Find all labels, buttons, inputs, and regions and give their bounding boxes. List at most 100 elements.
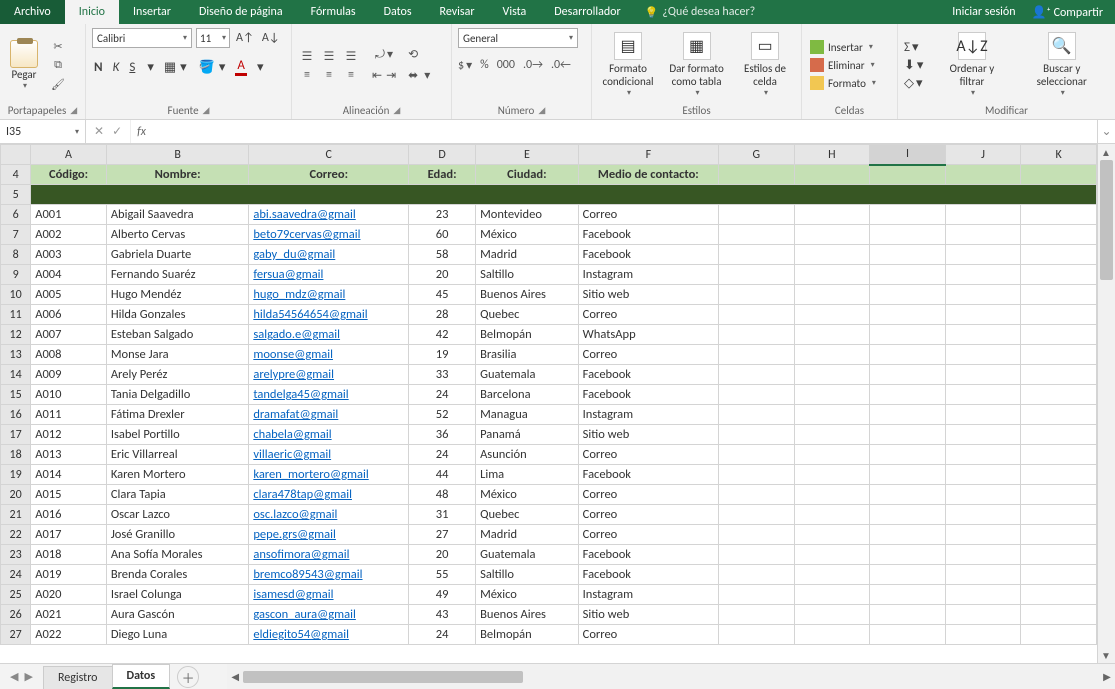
cell[interactable]: Instagram [578, 265, 718, 285]
cell-email-link[interactable]: ansofimora@gmail [249, 545, 409, 565]
col-header-C[interactable]: C [249, 145, 409, 165]
cell[interactable] [870, 285, 946, 305]
cell[interactable] [870, 405, 946, 425]
share-button[interactable]: 👤⁺ Compartir [1032, 5, 1103, 20]
cell[interactable] [870, 245, 946, 265]
cell-email-link[interactable]: eldiegito54@gmail [249, 625, 409, 645]
cell[interactable]: Brasilia [476, 345, 579, 365]
cell[interactable] [870, 205, 946, 225]
cell-styles-button[interactable]: ▭ Estilos de celda▾ [735, 30, 795, 100]
cell[interactable] [1021, 245, 1097, 265]
cell[interactable]: Diego Luna [106, 625, 249, 645]
cell[interactable]: Facebook [578, 245, 718, 265]
cell[interactable] [794, 545, 870, 565]
cell[interactable]: Saltillo [476, 565, 579, 585]
paste-button[interactable]: Pegar ▾ [6, 38, 42, 93]
row-header[interactable]: 25 [1, 585, 31, 605]
cell[interactable] [945, 265, 1021, 285]
cell[interactable]: Correo [578, 525, 718, 545]
cell[interactable] [794, 285, 870, 305]
row-header[interactable]: 26 [1, 605, 31, 625]
cell[interactable]: Saltillo [476, 265, 579, 285]
cell[interactable]: Correo [578, 505, 718, 525]
cell[interactable]: 33 [409, 365, 476, 385]
cell[interactable] [794, 385, 870, 405]
cell[interactable]: 20 [409, 265, 476, 285]
cell[interactable] [945, 285, 1021, 305]
increase-decimal-icon[interactable]: .0→ [523, 58, 543, 73]
cell-email-link[interactable]: hugo_mdz@gmail [249, 285, 409, 305]
cell[interactable]: 24 [409, 445, 476, 465]
row-header[interactable]: 27 [1, 625, 31, 645]
fill-icon[interactable]: ⬇▾ [904, 58, 923, 73]
cell[interactable] [870, 305, 946, 325]
font-name-select[interactable]: Calibri▾ [92, 28, 192, 48]
cell[interactable]: Gabriela Duarte [106, 245, 249, 265]
cell[interactable]: Guatemala [476, 545, 579, 565]
shrink-font-icon[interactable]: A↓ [260, 31, 282, 45]
cell-email-link[interactable]: osc.lazco@gmail [249, 505, 409, 525]
grow-font-icon[interactable]: A↑ [234, 31, 256, 45]
cell[interactable] [870, 265, 946, 285]
cell[interactable]: Fátima Drexler [106, 405, 249, 425]
row-header[interactable]: 6 [1, 205, 31, 225]
cell[interactable] [945, 525, 1021, 545]
cell[interactable]: Correo [578, 345, 718, 365]
cell[interactable]: 52 [409, 405, 476, 425]
cell[interactable]: Barcelona [476, 385, 579, 405]
cell[interactable]: 27 [409, 525, 476, 545]
cell[interactable]: A013 [31, 445, 107, 465]
tab-formulas[interactable]: Fórmulas [297, 0, 370, 24]
row-header[interactable]: 17 [1, 425, 31, 445]
cell[interactable] [945, 245, 1021, 265]
cell-email-link[interactable]: arelypre@gmail [249, 365, 409, 385]
cell[interactable]: Facebook [578, 565, 718, 585]
vertical-scroll-thumb[interactable] [1100, 160, 1113, 280]
cell[interactable]: Facebook [578, 225, 718, 245]
cell[interactable]: José Granillo [106, 525, 249, 545]
clear-icon[interactable]: ◇▾ [904, 76, 923, 91]
row-header[interactable]: 16 [1, 405, 31, 425]
cell[interactable] [1021, 485, 1097, 505]
cell[interactable] [794, 605, 870, 625]
cell[interactable] [1021, 365, 1097, 385]
cell[interactable]: A011 [31, 405, 107, 425]
row-header[interactable]: 20 [1, 485, 31, 505]
cell[interactable] [1021, 545, 1097, 565]
cell[interactable] [1021, 205, 1097, 225]
cell[interactable] [1021, 465, 1097, 485]
cell[interactable] [794, 405, 870, 425]
col-header-B[interactable]: B [106, 145, 249, 165]
cell[interactable] [719, 565, 795, 585]
cell[interactable] [945, 625, 1021, 645]
cell[interactable]: Oscar Lazco [106, 505, 249, 525]
cell[interactable] [945, 585, 1021, 605]
horizontal-scrollbar[interactable]: ◀ ▶ [227, 664, 1115, 689]
cell[interactable] [794, 505, 870, 525]
cell[interactable] [719, 545, 795, 565]
cell-email-link[interactable]: abi.saavedra@gmail [249, 205, 409, 225]
find-select-button[interactable]: 🔍 Buscar y seleccionar▾ [1014, 30, 1109, 100]
row-header[interactable]: 18 [1, 445, 31, 465]
cell[interactable]: México [476, 585, 579, 605]
cell[interactable] [945, 345, 1021, 365]
decrease-indent-icon[interactable]: ⇤ [372, 68, 382, 83]
cell[interactable] [1021, 225, 1097, 245]
cell[interactable]: A010 [31, 385, 107, 405]
cell[interactable] [945, 545, 1021, 565]
chevron-down-icon[interactable]: ▾ [145, 60, 156, 75]
cell[interactable] [719, 385, 795, 405]
cell[interactable] [870, 465, 946, 485]
font-size-select[interactable]: 11▾ [196, 28, 230, 48]
cell[interactable] [794, 245, 870, 265]
scroll-left-icon[interactable]: ◀ [227, 669, 243, 685]
cell[interactable]: México [476, 485, 579, 505]
row-header[interactable]: 5 [1, 185, 31, 205]
cell[interactable] [945, 325, 1021, 345]
insert-cells-button[interactable]: Insertar▾ [808, 39, 878, 55]
cell[interactable] [31, 185, 1097, 205]
cell[interactable] [1021, 325, 1097, 345]
align-bottom-icon[interactable]: ☰ [342, 49, 360, 64]
cell[interactable]: Buenos Aires [476, 605, 579, 625]
cell[interactable]: A007 [31, 325, 107, 345]
